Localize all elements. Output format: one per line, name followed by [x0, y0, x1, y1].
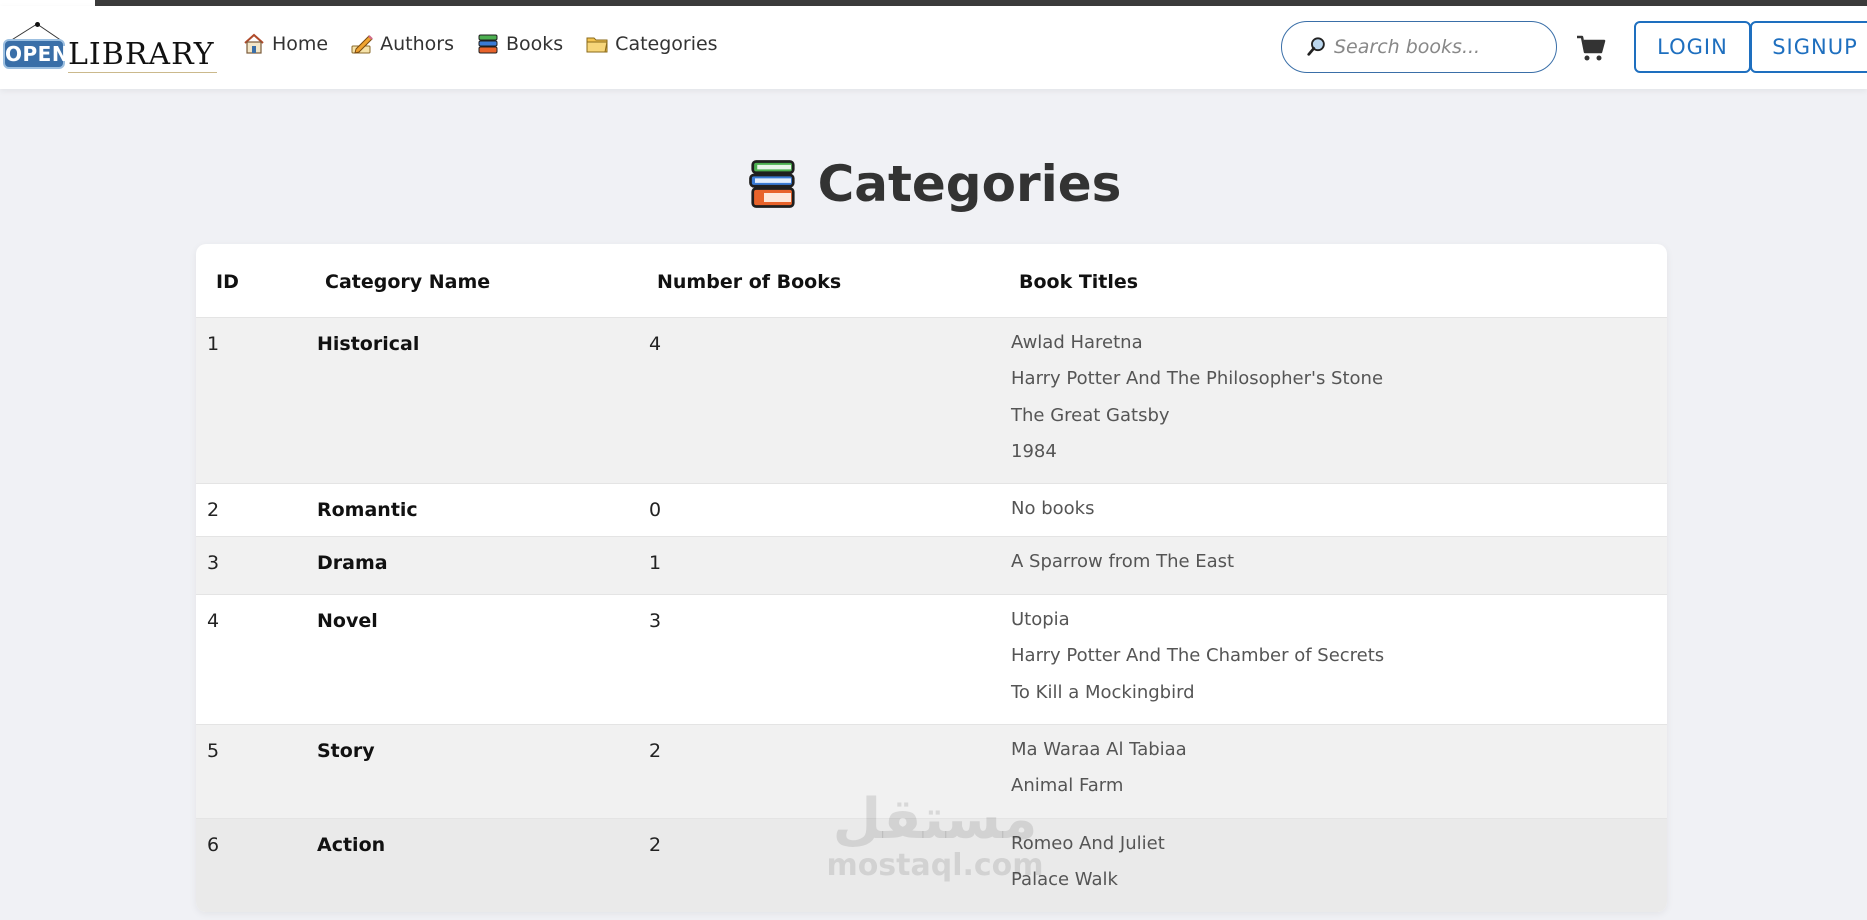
nav-item-categories-label: Categories [615, 33, 718, 55]
categories-table-card: ID Category Name Number of Books Book Ti… [196, 244, 1667, 912]
book-title: The Great Gatsby [1011, 404, 1170, 426]
signup-button[interactable]: SIGNUP [1750, 21, 1867, 73]
book-title: Ma Waraa Al Tabiaa [1011, 738, 1187, 760]
cell-category-name: Drama [317, 551, 388, 574]
categories-table: ID Category Name Number of Books Book Ti… [196, 244, 1667, 912]
column-header-category-name: Category Name [325, 271, 491, 294]
cell-book-titles: Awlad Haretna Harry Potter And The Philo… [1000, 317, 1667, 483]
logo-library-text: LIBRARY [68, 37, 217, 73]
cell-book-titles: Romeo And Juliet Palace Walk [1000, 818, 1667, 912]
cell-book-count: 3 [649, 609, 662, 632]
cell-book-titles: A Sparrow from The East [1000, 536, 1667, 594]
login-button[interactable]: LOGIN [1634, 21, 1751, 73]
column-header-book-titles: Book Titles [1019, 271, 1139, 294]
table-row: 3 Drama 1 A Sparrow from The East [196, 536, 1667, 594]
magnifier-icon [1307, 37, 1325, 56]
cell-book-titles: Ma Waraa Al Tabiaa Animal Farm [1000, 724, 1667, 818]
book-title: Awlad Haretna [1011, 331, 1143, 353]
book-title: A Sparrow from The East [1011, 550, 1235, 572]
folder-icon [586, 37, 608, 53]
table-body: 1 Historical 4 Awlad Haretna Harry Potte… [196, 317, 1667, 912]
pencil-writing-icon [351, 35, 373, 54]
nav-item-books-label: Books [505, 33, 564, 55]
nav-item-home[interactable]: Home [242, 32, 328, 56]
cell-book-titles: Utopia Harry Potter And The Chamber of S… [1000, 594, 1667, 724]
table-header-row: ID Category Name Number of Books Book Ti… [196, 244, 1667, 317]
cell-book-count: 0 [649, 498, 662, 521]
nav-item-home-label: Home [272, 33, 329, 55]
cell-book-count: 1 [649, 551, 662, 574]
table-row: 4 Novel 3 Utopia Harry Potter And The Ch… [196, 594, 1667, 724]
cell-book-titles: No books [1000, 483, 1667, 536]
navbar: OPEN LIBRARY Home Authors Books Categori… [0, 6, 1867, 89]
nav-item-categories[interactable]: Categories [585, 32, 718, 56]
search-input[interactable] [1334, 36, 1544, 58]
cell-id: 4 [207, 609, 220, 632]
cell-id: 6 [207, 833, 220, 856]
nav-item-authors-label: Authors [380, 33, 454, 55]
nav-links: Home Authors Books Categories [242, 32, 718, 56]
page-title-text: Categories [817, 155, 1122, 213]
book-title: 1984 [1011, 441, 1057, 462]
books-stack-icon [748, 160, 795, 208]
table-row: 1 Historical 4 Awlad Haretna Harry Potte… [196, 317, 1667, 483]
cell-category-name: Historical [317, 332, 420, 355]
nav-item-authors[interactable]: Authors [350, 32, 454, 56]
cell-id: 1 [207, 332, 220, 355]
cell-id: 3 [207, 551, 220, 574]
book-title: No books [1011, 497, 1095, 519]
cell-id: 5 [207, 739, 220, 762]
column-header-number-of-books: Number of Books [657, 271, 842, 294]
search-box [1281, 21, 1557, 73]
cell-category-name: Action [317, 833, 386, 856]
open-library-logo[interactable]: OPEN LIBRARY [2, 20, 217, 76]
cell-category-name: Novel [317, 609, 378, 632]
cell-category-name: Story [317, 739, 375, 762]
book-title: Harry Potter And The Philosopher's Stone [1011, 368, 1384, 389]
cell-id: 2 [207, 498, 220, 521]
book-title: Palace Walk [1011, 869, 1118, 890]
cell-book-count: 4 [649, 332, 662, 355]
page-title: Categories [0, 155, 1867, 213]
table-row: 5 Story 2 Ma Waraa Al Tabiaa Animal Farm [196, 724, 1667, 818]
logo-nail [35, 22, 40, 27]
table-row: 2 Romantic 0 No books [196, 483, 1667, 536]
book-title: Utopia [1011, 608, 1070, 630]
logo-open-tag: OPEN [3, 39, 69, 69]
book-title: Romeo And Juliet [1011, 832, 1165, 854]
cell-book-count: 2 [649, 739, 662, 762]
column-header-id: ID [216, 271, 239, 294]
cart-icon[interactable] [1576, 34, 1606, 62]
book-title: Animal Farm [1011, 775, 1124, 796]
book-title: Harry Potter And The Chamber of Secrets [1011, 645, 1385, 666]
cell-book-count: 2 [649, 833, 662, 856]
cell-category-name: Romantic [317, 498, 418, 521]
book-title: To Kill a Mockingbird [1011, 681, 1195, 703]
books-stack-icon [478, 34, 498, 54]
nav-item-books[interactable]: Books [476, 32, 563, 56]
house-icon [244, 33, 264, 54]
table-row: 6 Action 2 Romeo And Juliet Palace Walk [196, 818, 1667, 912]
